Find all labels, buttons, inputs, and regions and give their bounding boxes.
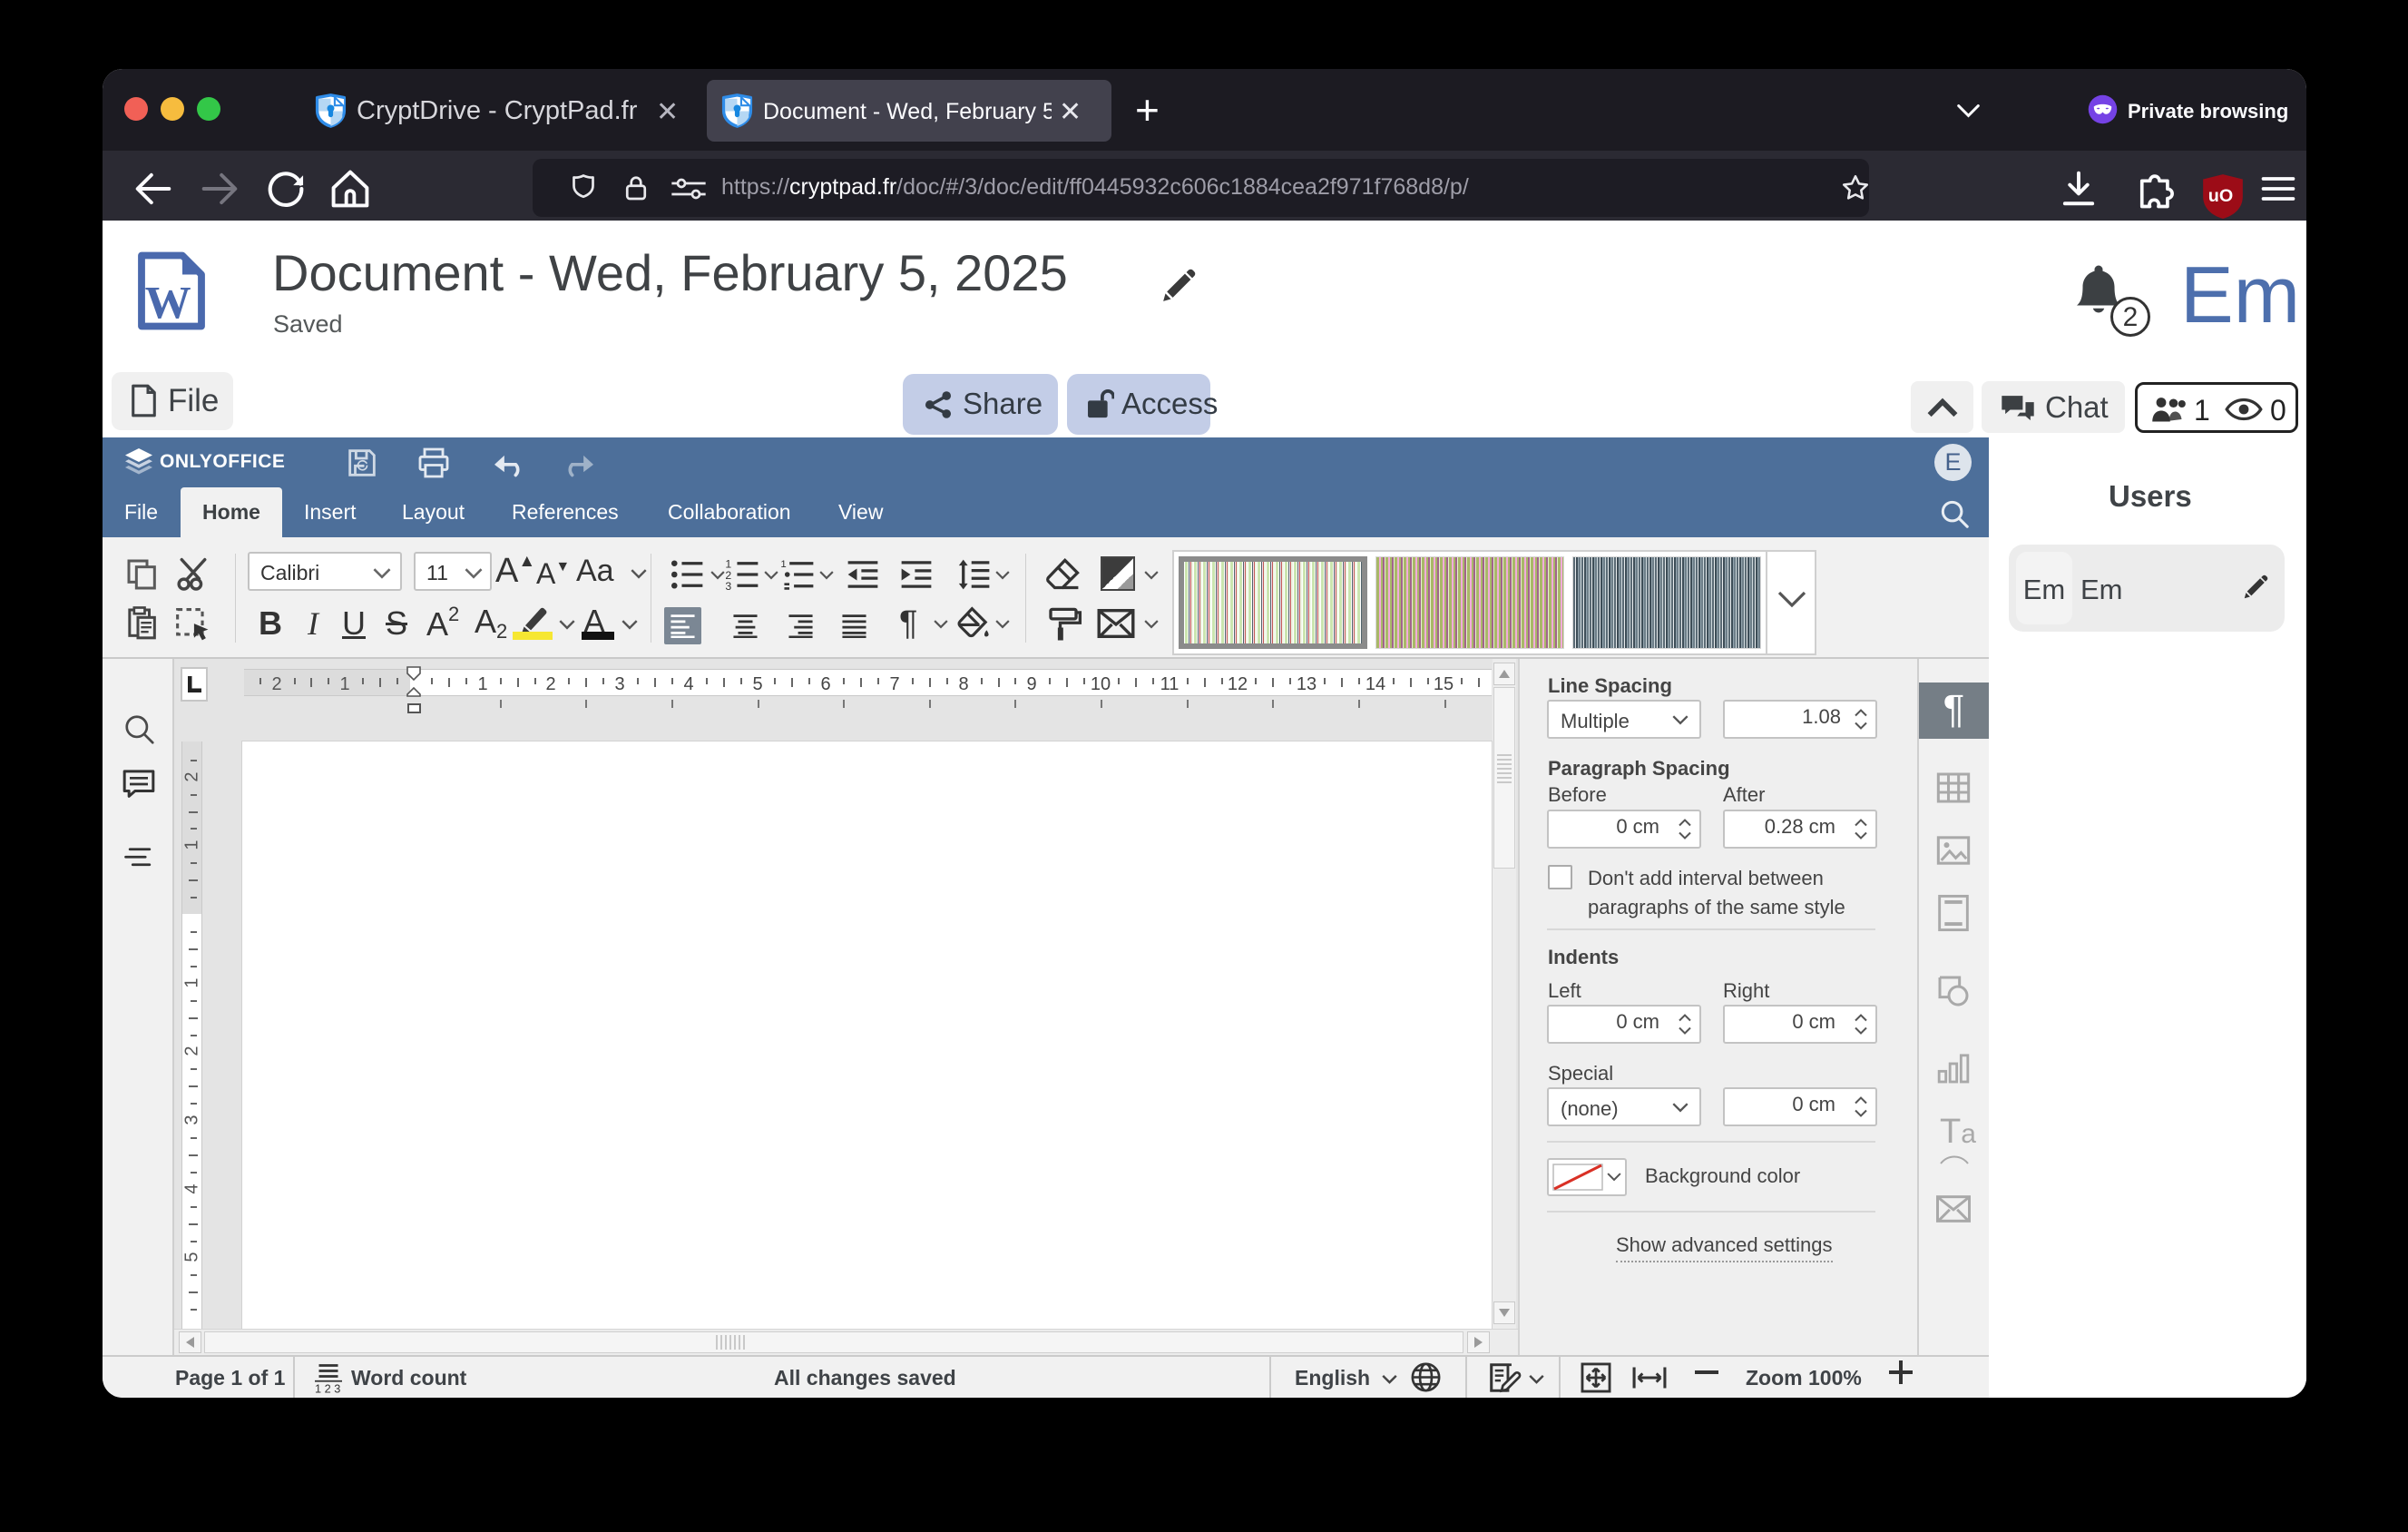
svg-text:3: 3 xyxy=(725,580,731,591)
svg-text:1 2 3: 1 2 3 xyxy=(315,1382,340,1395)
svg-text:W: W xyxy=(145,279,191,329)
svg-text:uO: uO xyxy=(2208,186,2233,206)
svg-text:1: 1 xyxy=(780,559,786,570)
